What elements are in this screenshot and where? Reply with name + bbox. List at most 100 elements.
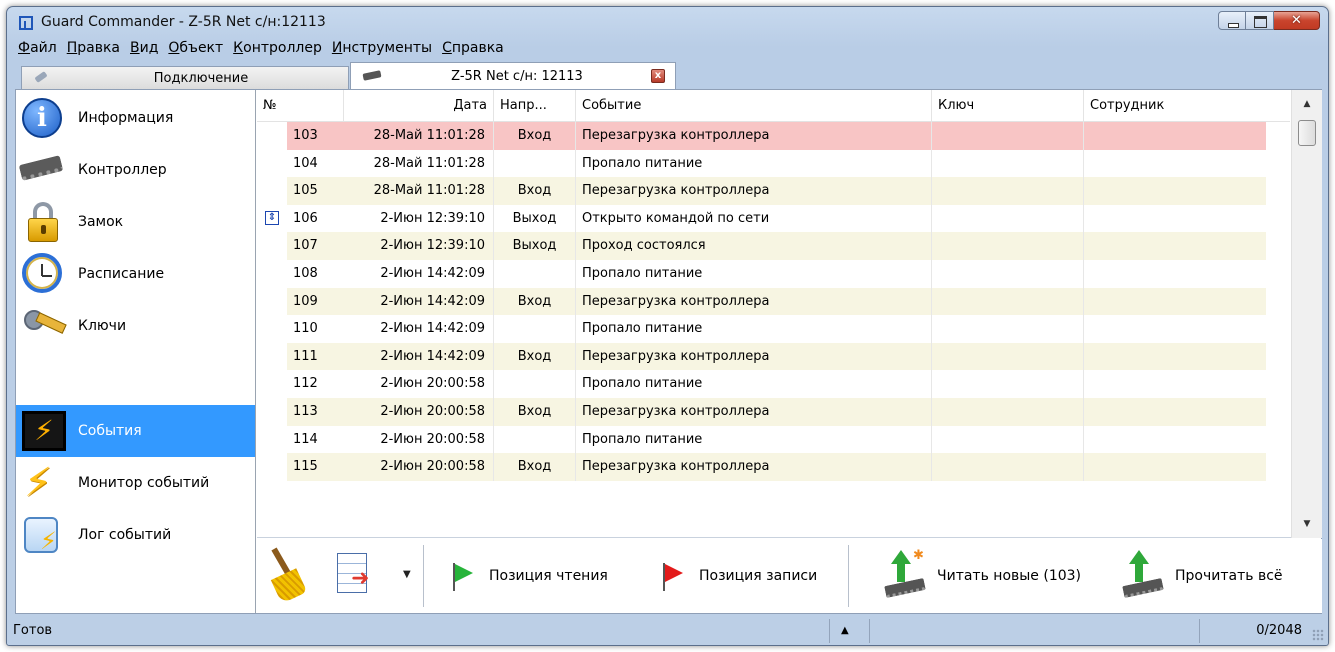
column-header-employee[interactable]: Сотрудник (1084, 90, 1266, 122)
sidebar-item-events[interactable]: События (16, 405, 255, 457)
sidebar-item-label: Лог событий (78, 527, 172, 543)
menu-view[interactable]: Вид (125, 38, 163, 60)
sidebar-item-keys[interactable]: Ключи (16, 300, 255, 352)
cell-event: Пропало питание (576, 259, 932, 288)
cell-date: 2-Июн 14:42:09 (344, 342, 494, 371)
cell-direction: Выход (494, 232, 576, 260)
cell-employee (1084, 453, 1266, 481)
cell-number: 104 (293, 155, 318, 171)
sidebar-item-label: Монитор событий (78, 475, 210, 491)
export-dropdown-icon[interactable]: ▼ (403, 569, 411, 580)
scroll-thumb[interactable] (1298, 120, 1316, 146)
menu-controller[interactable]: Контроллер (228, 38, 327, 60)
resize-grip-icon[interactable] (1312, 629, 1324, 641)
table-row[interactable]: 107 2-Июн 12:39:10 Выход Проход состоялся (257, 232, 1290, 260)
read-new-button[interactable]: ✱ Читать новые (103) (883, 539, 1081, 613)
log-icon (20, 513, 68, 557)
cell-number: 105 (287, 177, 344, 205)
row-marker (257, 426, 287, 454)
tab-connection[interactable]: Подключение (21, 66, 349, 89)
title-bar[interactable]: Guard Commander - Z-5R Net с/н:12113 ✕ (7, 7, 1328, 37)
table-row[interactable]: 112 2-Июн 20:00:58 Пропало питание (257, 370, 1290, 398)
info-icon: i (20, 96, 68, 140)
table-row[interactable]: 108 2-Июн 14:42:09 Пропало питание (257, 259, 1290, 288)
table-row[interactable]: ⇕ 106 2-Июн 12:39:10 Выход Открыто командой … (257, 204, 1290, 233)
cell-event: Перезагрузка контроллера (576, 122, 932, 150)
cell-date: 2-Июн 20:00:58 (344, 397, 494, 426)
cell-date: 28-Май 11:01:28 (344, 149, 494, 178)
column-header-event[interactable]: Событие (576, 90, 932, 122)
cell-event: Перезагрузка контроллера (576, 287, 932, 316)
status-arrow-icon[interactable]: ▲ (841, 619, 849, 643)
row-marker (257, 315, 287, 343)
menu-edit[interactable]: Правка (62, 38, 125, 60)
sidebar-item-event-log[interactable]: Лог событий (16, 509, 255, 561)
sidebar-item-label: События (78, 423, 142, 439)
row-marker: ⇕ (257, 205, 287, 233)
sidebar-item-label: Расписание (78, 266, 165, 282)
menu-help[interactable]: Справка (437, 38, 509, 60)
cell-direction: Вход (494, 177, 576, 205)
table-row[interactable]: 113 2-Июн 20:00:58 Вход Перезагрузка контро… (257, 397, 1290, 426)
read-all-button[interactable]: Прочитать всё (1121, 539, 1283, 613)
events-icon (20, 409, 68, 453)
cell-event: Перезагрузка контроллера (576, 453, 932, 481)
menu-bar: Файл Правка Вид Объект Контроллер Инстру… (13, 38, 509, 60)
menu-object[interactable]: Объект (163, 38, 228, 60)
sidebar-item-schedule[interactable]: Расписание (16, 248, 255, 300)
cell-key (932, 259, 1084, 288)
clear-button[interactable] (267, 549, 307, 601)
cell-event: Пропало питание (576, 315, 932, 343)
cell-event: Перезагрузка контроллера (576, 177, 932, 205)
table-body: 103 28-Май 11:01:28 Вход Перезагрузка контр… (257, 122, 1290, 538)
cell-number: 115 (287, 453, 344, 481)
sidebar-item-controller[interactable]: Контроллер (16, 144, 255, 196)
scroll-up-icon[interactable]: ▲ (1292, 94, 1322, 114)
main-panel: i Информация Контроллер Замок Расписание… (15, 89, 1322, 614)
tab-connection-label: Подключение (153, 70, 249, 86)
menu-tools[interactable]: Инструменты (327, 38, 437, 60)
table-row[interactable]: 105 28-Май 11:01:28 Вход Перезагрузка контр… (257, 177, 1290, 205)
column-header-key[interactable]: Ключ (932, 90, 1084, 122)
column-header-date[interactable]: Дата (344, 90, 494, 122)
table-row[interactable]: 109 2-Июн 14:42:09 Вход Перезагрузка контро… (257, 287, 1290, 316)
minimize-button[interactable] (1218, 11, 1246, 30)
scroll-down-icon[interactable]: ▼ (1292, 514, 1322, 534)
table-row[interactable]: 115 2-Июн 20:00:58 Вход Перезагрузка контро… (257, 453, 1290, 481)
cell-number: 109 (287, 287, 344, 316)
table-row[interactable]: 114 2-Июн 20:00:58 Пропало питание (257, 425, 1290, 454)
cell-key (932, 425, 1084, 454)
cell-employee (1084, 370, 1266, 398)
cell-direction: Вход (494, 397, 576, 426)
table-row[interactable]: 104 28-Май 11:01:28 Пропало питание (257, 149, 1290, 178)
table-row[interactable]: 111 2-Июн 14:42:09 Вход Перезагрузка контро… (257, 342, 1290, 371)
read-new-icon: ✱ (883, 548, 931, 604)
read-position-button[interactable]: Позиция чтения (449, 539, 608, 613)
app-logo-icon (19, 16, 33, 30)
vertical-scrollbar[interactable]: ▲ ▼ (1291, 90, 1322, 538)
column-header-direction[interactable]: Напр... (494, 90, 576, 122)
close-button[interactable]: ✕ (1274, 11, 1320, 30)
cell-number: 103 (287, 122, 344, 150)
events-toolbar: ➜ ▼ Позиция чтения Позиция записи ✱ Чита… (257, 539, 1322, 613)
export-button[interactable]: ➜ (337, 553, 381, 597)
cell-date: 2-Июн 20:00:58 (344, 370, 494, 398)
chip-icon (361, 70, 383, 82)
cell-direction: Выход (494, 204, 576, 233)
menu-file[interactable]: Файл (13, 38, 62, 60)
write-position-button[interactable]: Позиция записи (659, 539, 817, 613)
table-header: № Дата Напр... Событие Ключ Сотрудник (257, 90, 1290, 122)
table-row[interactable]: 103 28-Май 11:01:28 Вход Перезагрузка контр… (257, 122, 1290, 150)
sidebar-item-event-monitor[interactable]: ⚡ Монитор событий (16, 457, 255, 509)
cell-key (932, 232, 1084, 260)
tab-close-icon[interactable]: x (651, 69, 665, 83)
row-marker (257, 343, 287, 371)
sidebar-item-info[interactable]: i Информация (16, 92, 255, 144)
table-row[interactable]: 110 2-Июн 14:42:09 Пропало питание (257, 315, 1290, 343)
maximize-button[interactable] (1246, 11, 1274, 30)
column-header-number[interactable]: № (257, 90, 344, 122)
red-flag-icon (659, 561, 685, 591)
tab-controller[interactable]: Z-5R Net с/н: 12113 x (350, 62, 676, 89)
cell-employee (1084, 150, 1266, 178)
sidebar-item-lock[interactable]: Замок (16, 196, 255, 248)
